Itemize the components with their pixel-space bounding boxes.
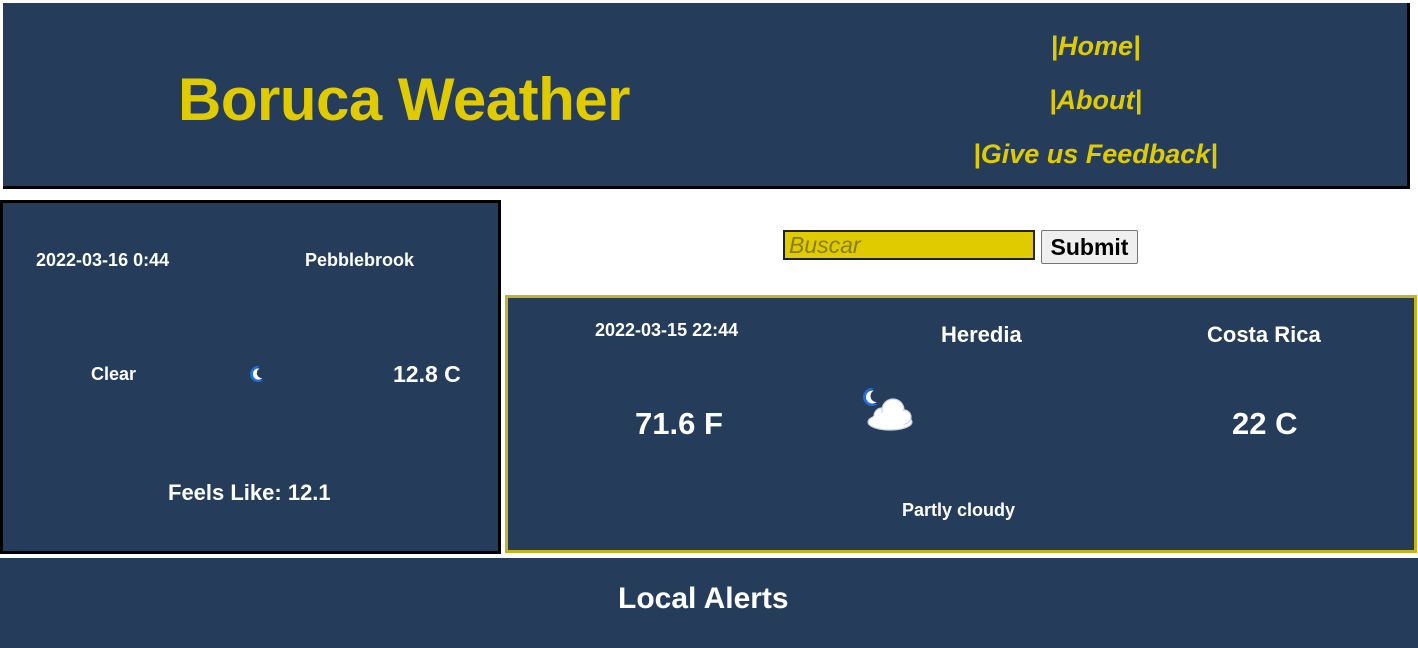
result-temp-f: 71.6 F: [635, 406, 723, 441]
main-nav: |Home| |About| |Give us Feedback|: [903, 25, 1288, 187]
local-datetime: 2022-03-16 0:44: [36, 250, 170, 270]
submit-button[interactable]: Submit: [1041, 230, 1138, 264]
search-result-card: 2022-03-15 22:44 Heredia Costa Rica 71.6…: [505, 295, 1417, 553]
site-header: Boruca Weather |Home| |About| |Give us F…: [3, 3, 1410, 189]
result-country: Costa Rica: [1207, 322, 1321, 347]
nav-about-link[interactable]: |About|: [903, 79, 1288, 133]
local-feels-like: Feels Like: 12.1: [168, 480, 331, 505]
local-alerts-title: Local Alerts: [618, 582, 789, 615]
search-input[interactable]: [783, 230, 1035, 260]
partly-cloudy-night-icon: [863, 388, 913, 431]
local-alerts-section: Local Alerts: [0, 558, 1418, 648]
local-weather-card: 2022-03-16 0:44 Pebblebrook Clear 12.8 C…: [0, 200, 501, 554]
site-title: Boruca Weather: [178, 66, 631, 133]
moon-icon: [250, 366, 268, 382]
result-condition: Partly cloudy: [902, 500, 1016, 520]
local-condition: Clear: [91, 364, 137, 384]
nav-home-link[interactable]: |Home|: [903, 25, 1288, 79]
result-datetime: 2022-03-15 22:44: [595, 320, 739, 340]
local-city: Pebblebrook: [305, 250, 415, 270]
local-temperature: 12.8 C: [393, 361, 461, 387]
nav-feedback-link[interactable]: |Give us Feedback|: [903, 133, 1288, 187]
result-temp-c: 22 C: [1232, 406, 1298, 441]
result-city: Heredia: [941, 322, 1022, 347]
